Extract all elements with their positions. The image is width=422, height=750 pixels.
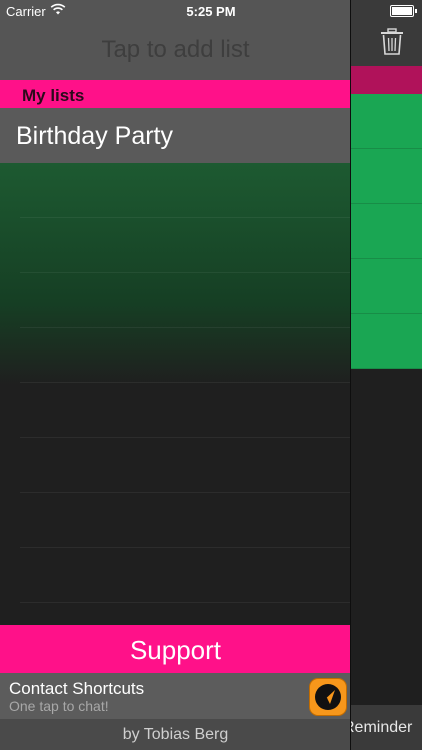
contact-shortcuts-banner[interactable]: Contact Shortcuts One tap to chat!: [0, 673, 351, 719]
sidebar: Tap to add list My lists Birthday Party …: [0, 0, 351, 750]
row-separator: [20, 602, 351, 603]
reminder-button[interactable]: Reminder: [343, 719, 412, 737]
empty-list-area: [0, 163, 351, 625]
row-separator: [20, 217, 351, 218]
contact-shortcuts-app-icon[interactable]: [309, 678, 347, 716]
support-label: Support: [129, 635, 222, 665]
list-item-label: Birthday Party: [16, 122, 174, 150]
row-separator: [20, 382, 351, 383]
main-section-header: [351, 66, 422, 94]
main-list-row[interactable]: [351, 204, 422, 259]
my-lists-header: My lists: [0, 80, 351, 108]
main-list-row[interactable]: [351, 149, 422, 204]
contact-title: Contact Shortcuts: [9, 679, 145, 698]
support-button[interactable]: Support: [0, 625, 351, 673]
main-list-row[interactable]: [351, 314, 422, 369]
list-item-birthday-party[interactable]: Birthday Party: [0, 108, 351, 163]
contact-subtitle: One tap to chat!: [9, 698, 109, 714]
battery-icon: [390, 5, 417, 17]
row-separator: [20, 272, 351, 273]
credits-label: by Tobias Berg: [122, 726, 229, 743]
trash-icon[interactable]: [379, 28, 405, 56]
row-separator: [20, 547, 351, 548]
sidebar-divider: [350, 0, 351, 750]
row-separator: [20, 437, 351, 438]
main-list-row[interactable]: [351, 259, 422, 314]
row-separator: [20, 492, 351, 493]
row-separator: [20, 327, 351, 328]
credits-footer: by Tobias Berg: [0, 719, 351, 750]
status-bar: Carrier 5:25 PM: [0, 0, 422, 22]
status-time: 5:25 PM: [186, 4, 236, 19]
main-list-row[interactable]: [351, 94, 422, 149]
my-lists-title: My lists: [22, 86, 85, 105]
add-list-placeholder[interactable]: Tap to add list: [0, 36, 351, 64]
main-screen: Reminder: [343, 0, 422, 750]
